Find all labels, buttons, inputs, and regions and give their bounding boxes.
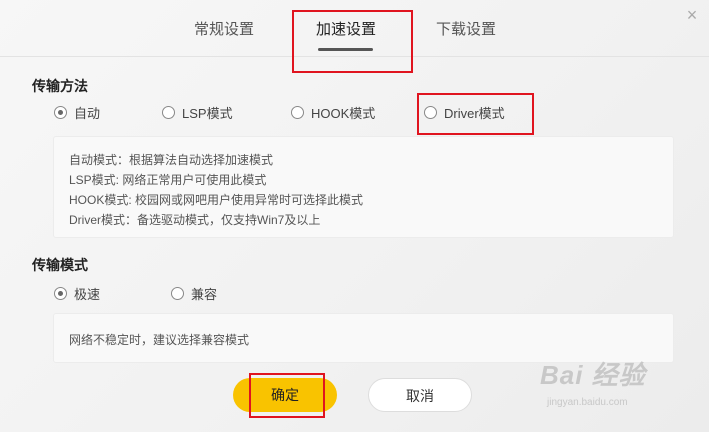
transfer-method-description-box: 自动模式：根据算法自动选择加速模式 LSP模式: 网络正常用户可使用此模式 HO… — [53, 136, 674, 238]
radio-compatible[interactable]: 兼容 — [171, 284, 217, 302]
description-mode: 网络不稳定时，建议选择兼容模式 — [69, 333, 250, 347]
description-auto: 自动模式：根据算法自动选择加速模式 — [69, 153, 274, 167]
description-driver: Driver模式：备选驱动模式，仅支持Win7及以上 — [69, 213, 321, 227]
radio-lsp[interactable]: LSP模式 — [162, 103, 233, 121]
radio-unselected-icon — [162, 105, 175, 119]
radio-hook-label: HOOK模式 — [311, 105, 376, 121]
radio-auto[interactable]: 自动 — [54, 103, 100, 121]
radio-compatible-label: 兼容 — [191, 286, 218, 302]
description-hook: HOOK模式: 校园网或网吧用户使用异常时可选择此模式 — [69, 193, 364, 207]
radio-driver[interactable]: Driver模式 — [424, 103, 505, 121]
transfer-mode-title: 传输模式 — [32, 257, 88, 273]
radio-unselected-icon — [171, 286, 184, 300]
radio-hook[interactable]: HOOK模式 — [291, 103, 375, 121]
tab-acceleration-settings[interactable]: 加速设置 — [316, 19, 376, 41]
confirm-button[interactable]: 确定 — [233, 378, 337, 412]
transfer-method-title: 传输方法 — [32, 78, 88, 94]
radio-unselected-icon — [424, 105, 437, 119]
tab-bar: 常规设置 加速设置 下载设置 × — [0, 0, 709, 57]
cancel-button[interactable]: 取消 — [368, 378, 472, 412]
radio-auto-label: 自动 — [74, 105, 101, 121]
tab-general-settings[interactable]: 常规设置 — [194, 19, 254, 41]
watermark-subtitle: jingyan.baidu.com — [547, 397, 628, 408]
watermark-title: Bai 经验 — [540, 360, 646, 390]
radio-fast[interactable]: 极速 — [54, 284, 100, 302]
tab-download-settings[interactable]: 下载设置 — [436, 19, 496, 41]
radio-selected-icon — [54, 286, 67, 300]
description-lsp: LSP模式: 网络正常用户可使用此模式 — [69, 173, 267, 187]
settings-dialog: 常规设置 加速设置 下载设置 × 传输方法 自动 LSP模式 HOOK模式 Dr… — [0, 0, 709, 432]
active-tab-indicator — [318, 48, 373, 51]
radio-unselected-icon — [291, 105, 304, 119]
radio-lsp-label: LSP模式 — [182, 105, 233, 121]
close-icon[interactable]: × — [682, 5, 702, 25]
radio-fast-label: 极速 — [74, 286, 101, 302]
baidu-jingyan-watermark: Bai 经验 jingyan.baidu.com — [540, 355, 705, 415]
radio-selected-icon — [54, 105, 67, 119]
radio-driver-label: Driver模式 — [444, 105, 505, 121]
